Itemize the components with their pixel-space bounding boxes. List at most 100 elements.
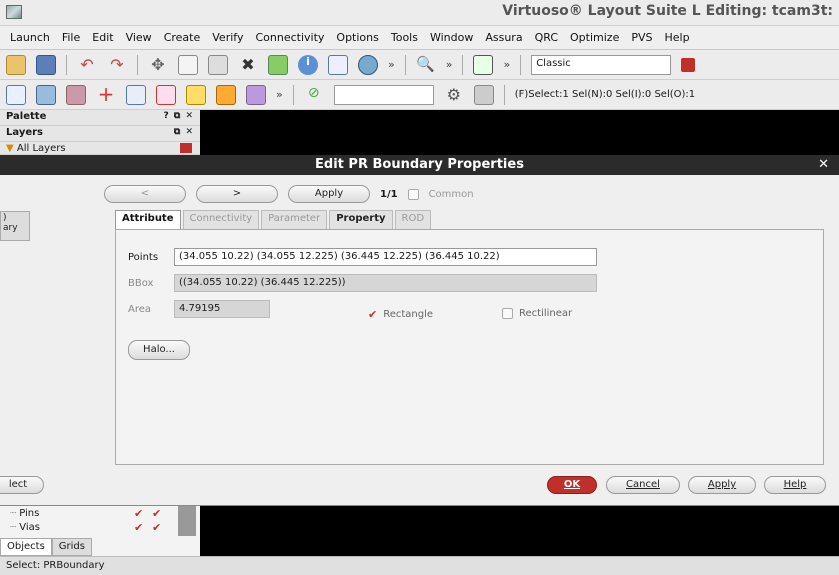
layer-combo[interactable] bbox=[333, 84, 434, 105]
menu-assura[interactable]: Assura bbox=[479, 31, 528, 44]
rectangle-label: Rectangle bbox=[383, 309, 434, 320]
bar-icon[interactable] bbox=[216, 84, 236, 105]
tab-parameter[interactable]: Parameter bbox=[261, 210, 328, 229]
search-web-icon[interactable] bbox=[358, 54, 378, 75]
ruler-cross-icon[interactable]: + bbox=[96, 84, 116, 105]
property-icon[interactable] bbox=[268, 54, 288, 75]
copy-icon[interactable] bbox=[178, 54, 198, 75]
zoom-icon[interactable]: 🔍 bbox=[416, 55, 436, 75]
app-icon[interactable] bbox=[6, 5, 22, 19]
stretch-icon[interactable] bbox=[208, 54, 228, 75]
open-folder-icon[interactable] bbox=[6, 54, 26, 75]
save-icon[interactable] bbox=[36, 54, 56, 75]
next-button[interactable]: > bbox=[196, 185, 278, 203]
combo-dropdown-icon[interactable] bbox=[681, 57, 696, 72]
tab-attribute[interactable]: Attribute bbox=[115, 210, 181, 229]
palette-title: Palette bbox=[6, 111, 47, 122]
apply-button[interactable]: Apply bbox=[688, 476, 756, 494]
tab-objects[interactable]: Objects bbox=[0, 538, 52, 556]
layout-canvas-bottom[interactable] bbox=[200, 506, 839, 556]
layer-stack-icon[interactable] bbox=[246, 84, 266, 105]
dropdown-icon[interactable] bbox=[180, 143, 192, 153]
vias-select-check-icon[interactable]: ✔ bbox=[152, 521, 161, 534]
rectilinear-option[interactable]: Rectilinear bbox=[502, 308, 572, 319]
menu-edit[interactable]: Edit bbox=[86, 31, 119, 44]
redo-icon[interactable]: ↷ bbox=[107, 55, 127, 75]
side-list[interactable]: ) ary bbox=[0, 211, 30, 241]
points-input[interactable]: (34.055 10.22) (34.055 12.225) (36.445 1… bbox=[174, 248, 597, 266]
scrollbar[interactable] bbox=[178, 506, 196, 536]
menu-verify[interactable]: Verify bbox=[206, 31, 249, 44]
menu-options[interactable]: Options bbox=[330, 31, 384, 44]
menu-launch[interactable]: Launch bbox=[4, 31, 56, 44]
overflow-chevron-icon[interactable]: » bbox=[446, 58, 453, 71]
rectangle-checkbox-checked-icon[interactable]: ✔ bbox=[368, 308, 377, 321]
green-check-icon[interactable]: ⊘ bbox=[304, 85, 324, 105]
menu-file[interactable]: File bbox=[56, 31, 86, 44]
rectilinear-checkbox[interactable] bbox=[502, 308, 513, 319]
apply-nav-button[interactable]: Apply bbox=[288, 185, 370, 203]
pins-visible-check-icon[interactable]: ✔ bbox=[134, 507, 143, 520]
all-layers-label: All Layers bbox=[16, 143, 66, 154]
menu-create[interactable]: Create bbox=[158, 31, 207, 44]
bbox-label: BBox bbox=[128, 278, 154, 289]
tab-connectivity[interactable]: Connectivity bbox=[182, 210, 260, 229]
help-button[interactable]: Help bbox=[764, 476, 826, 494]
select-arrow-icon[interactable] bbox=[6, 84, 26, 105]
mode-combo[interactable]: Classic bbox=[531, 54, 672, 75]
layers-controls[interactable]: ⧉ ✕ bbox=[174, 127, 194, 137]
warning-marker-icon[interactable] bbox=[186, 84, 206, 105]
overflow-chevron-icon[interactable]: » bbox=[503, 58, 510, 71]
info-icon[interactable]: i bbox=[298, 54, 318, 75]
delete-icon[interactable]: ✖ bbox=[238, 55, 258, 75]
options-gear-icon[interactable]: ⚙ bbox=[444, 85, 464, 105]
halo-button[interactable]: Halo... bbox=[128, 340, 190, 360]
layout-canvas-top[interactable] bbox=[200, 110, 839, 155]
nav-row: < > Apply 1/1 Common bbox=[104, 185, 474, 203]
instance-icon[interactable] bbox=[66, 84, 86, 105]
selection-status: (F)Select:1 Sel(N):0 Sel(I):0 Sel(O):1 bbox=[514, 89, 696, 100]
cancel-button[interactable]: Cancel bbox=[606, 476, 680, 494]
layer-row-pins[interactable]: ┈ Pins bbox=[10, 508, 39, 519]
menu-optimize[interactable]: Optimize bbox=[564, 31, 625, 44]
rectangle-option[interactable]: ✔ Rectangle bbox=[368, 308, 433, 321]
undo-icon[interactable]: ↶ bbox=[77, 55, 97, 75]
layers-list-dock: ┈ Pins ┈ Vias ✔ ✔ ✔ ✔ Objects Grids bbox=[0, 506, 200, 556]
all-layers-row[interactable]: ▼ All Layers bbox=[0, 142, 200, 155]
window-title-bar: Virtuoso® Layout Suite L Editing: tcam3t… bbox=[0, 0, 839, 26]
tab-grids[interactable]: Grids bbox=[51, 538, 92, 556]
marker-icon[interactable] bbox=[156, 84, 176, 105]
tab-rod[interactable]: ROD bbox=[394, 210, 432, 229]
menu-help[interactable]: Help bbox=[658, 31, 695, 44]
palette-header: Palette ? ⧉ ✕ bbox=[0, 110, 200, 126]
status-text: Select: PRBoundary bbox=[6, 560, 105, 571]
select-button[interactable]: lect bbox=[0, 476, 44, 494]
prev-button[interactable]: < bbox=[104, 185, 186, 203]
separator bbox=[404, 54, 406, 75]
move-icon[interactable]: ✥ bbox=[148, 55, 168, 75]
menu-pvs[interactable]: PVS bbox=[625, 31, 658, 44]
menu-view[interactable]: View bbox=[120, 31, 158, 44]
menu-connectivity[interactable]: Connectivity bbox=[249, 31, 330, 44]
layer-pins-label: Pins bbox=[19, 508, 40, 519]
menu-window[interactable]: Window bbox=[424, 31, 479, 44]
hierarchy-icon[interactable] bbox=[473, 54, 494, 75]
close-icon[interactable]: ✕ bbox=[818, 155, 829, 175]
palette-controls[interactable]: ? ⧉ ✕ bbox=[164, 111, 194, 121]
align-icon[interactable] bbox=[328, 54, 348, 75]
layer-row-vias[interactable]: ┈ Vias bbox=[10, 522, 40, 533]
overflow-chevron-icon[interactable]: » bbox=[388, 58, 395, 71]
menu-qrc[interactable]: QRC bbox=[529, 31, 564, 44]
overflow-chevron-icon[interactable]: » bbox=[276, 88, 283, 101]
wire-icon[interactable] bbox=[36, 84, 56, 105]
zoom-fit-icon[interactable] bbox=[126, 84, 146, 105]
common-checkbox[interactable] bbox=[407, 188, 419, 200]
tab-property[interactable]: Property bbox=[329, 210, 393, 229]
pins-select-check-icon[interactable]: ✔ bbox=[152, 507, 161, 520]
menu-tools[interactable]: Tools bbox=[385, 31, 424, 44]
menu-bar: Launch File Edit View Create Verify Conn… bbox=[0, 26, 839, 50]
grid-icon[interactable] bbox=[473, 84, 494, 105]
vias-visible-check-icon[interactable]: ✔ bbox=[134, 521, 143, 534]
separator bbox=[292, 84, 294, 105]
ok-button[interactable]: OK bbox=[547, 476, 597, 494]
